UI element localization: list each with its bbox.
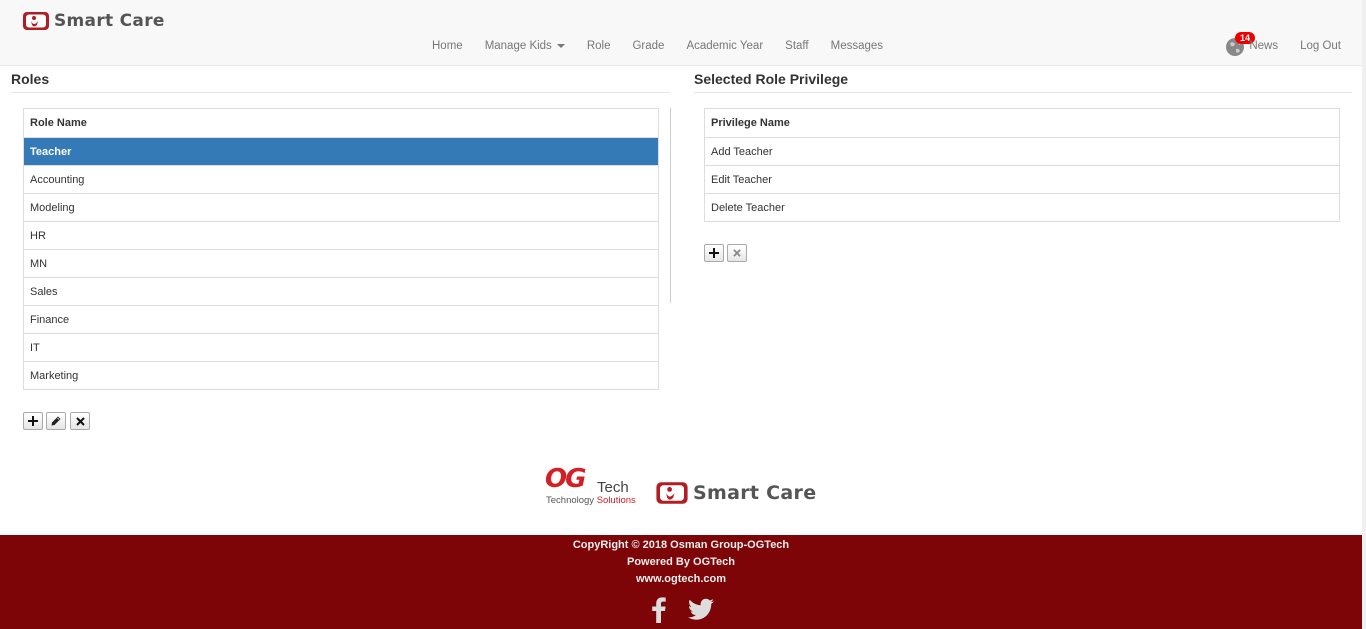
footer-powered-by: Powered By OGTech <box>627 556 735 568</box>
roles-title: Roles <box>11 71 50 87</box>
plus-icon <box>709 248 719 258</box>
brand-logo[interactable]: Smart Care <box>22 8 165 34</box>
nav-messages[interactable]: Messages <box>820 40 894 53</box>
x-icon <box>75 416 85 426</box>
panel-splitter[interactable] <box>670 108 671 303</box>
table-row[interactable]: Marketing <box>24 361 658 389</box>
table-row[interactable]: Add Teacher <box>705 137 1339 165</box>
table-row[interactable]: HR <box>24 221 658 249</box>
smart-care-logo-icon <box>656 482 688 504</box>
privilege-column-header: Privilege Name <box>711 117 790 129</box>
page-scrollbar[interactable] <box>1362 0 1366 629</box>
nav-home[interactable]: Home <box>421 40 474 53</box>
nav-right: News Log Out <box>1238 40 1352 53</box>
ogtech-logo-word: Tech <box>597 479 629 496</box>
x-icon <box>733 249 741 257</box>
smart-care-footer-logo: Smart Care <box>655 481 816 505</box>
table-row[interactable]: Sales <box>24 277 658 305</box>
privilege-title-divider <box>694 92 1352 93</box>
ogtech-tagline: Technology Solutions <box>546 495 636 506</box>
nav-role[interactable]: Role <box>576 40 622 53</box>
roles-title-divider <box>11 92 670 93</box>
ogtech-logo: OG Tech Technology Solutions <box>545 464 645 508</box>
footer-website[interactable]: www.ogtech.com <box>0 571 1362 588</box>
add-privilege-button[interactable] <box>704 244 724 262</box>
roles-table: Role Name Teacher Accounting Modeling HR… <box>23 108 659 390</box>
table-row[interactable]: IT <box>24 333 658 361</box>
nav-staff[interactable]: Staff <box>774 40 819 53</box>
delete-privilege-button[interactable] <box>727 244 747 262</box>
nav-grade[interactable]: Grade <box>621 40 675 53</box>
brand-name: Smart Care <box>54 11 165 31</box>
nav-manage-kids[interactable]: Manage Kids <box>474 40 576 53</box>
pencil-icon <box>51 416 61 426</box>
nav-logout[interactable]: Log Out <box>1289 40 1352 53</box>
add-role-button[interactable] <box>23 412 43 430</box>
nav-news[interactable]: News <box>1238 40 1289 53</box>
twitter-icon[interactable] <box>687 595 715 623</box>
table-row[interactable]: MN <box>24 249 658 277</box>
privilege-table: Privilege Name Add Teacher Edit Teacher … <box>704 108 1340 222</box>
nav-manage-kids-label: Manage Kids <box>484 40 552 52</box>
footer-copyright: CopyRight © 2018 Osman Group-OGTech <box>572 539 790 551</box>
social-links <box>645 595 729 623</box>
plus-icon <box>28 416 38 426</box>
table-row[interactable]: Delete Teacher <box>705 193 1339 221</box>
main-nav: Home Manage Kids Role Grade Academic Yea… <box>421 40 894 53</box>
edit-role-button[interactable] <box>46 412 66 430</box>
roles-column-header: Role Name <box>30 117 87 129</box>
table-row[interactable]: Accounting <box>24 165 658 193</box>
smart-care-logo-icon <box>23 12 49 30</box>
table-row[interactable]: Modeling <box>24 193 658 221</box>
page-footer: CopyRight © 2018 Osman Group-OGTech Powe… <box>0 535 1362 629</box>
table-row[interactable]: Teacher <box>24 137 658 165</box>
table-row[interactable]: Finance <box>24 305 658 333</box>
table-row[interactable]: Edit Teacher <box>705 165 1339 193</box>
smart-care-footer-name: Smart Care <box>693 482 817 504</box>
ogtech-tagline-part2: Solutions <box>596 495 636 506</box>
delete-role-button[interactable] <box>70 412 90 430</box>
caret-down-icon <box>556 43 565 48</box>
ogtech-tagline-part1: Technology <box>546 495 597 506</box>
nav-academic-year[interactable]: Academic Year <box>675 40 774 53</box>
ogtech-logo-mark: OG <box>545 464 586 494</box>
privilege-title: Selected Role Privilege <box>694 71 849 87</box>
facebook-icon[interactable] <box>645 595 673 623</box>
top-navbar: Smart Care Home Manage Kids Role Grade A… <box>0 0 1362 66</box>
